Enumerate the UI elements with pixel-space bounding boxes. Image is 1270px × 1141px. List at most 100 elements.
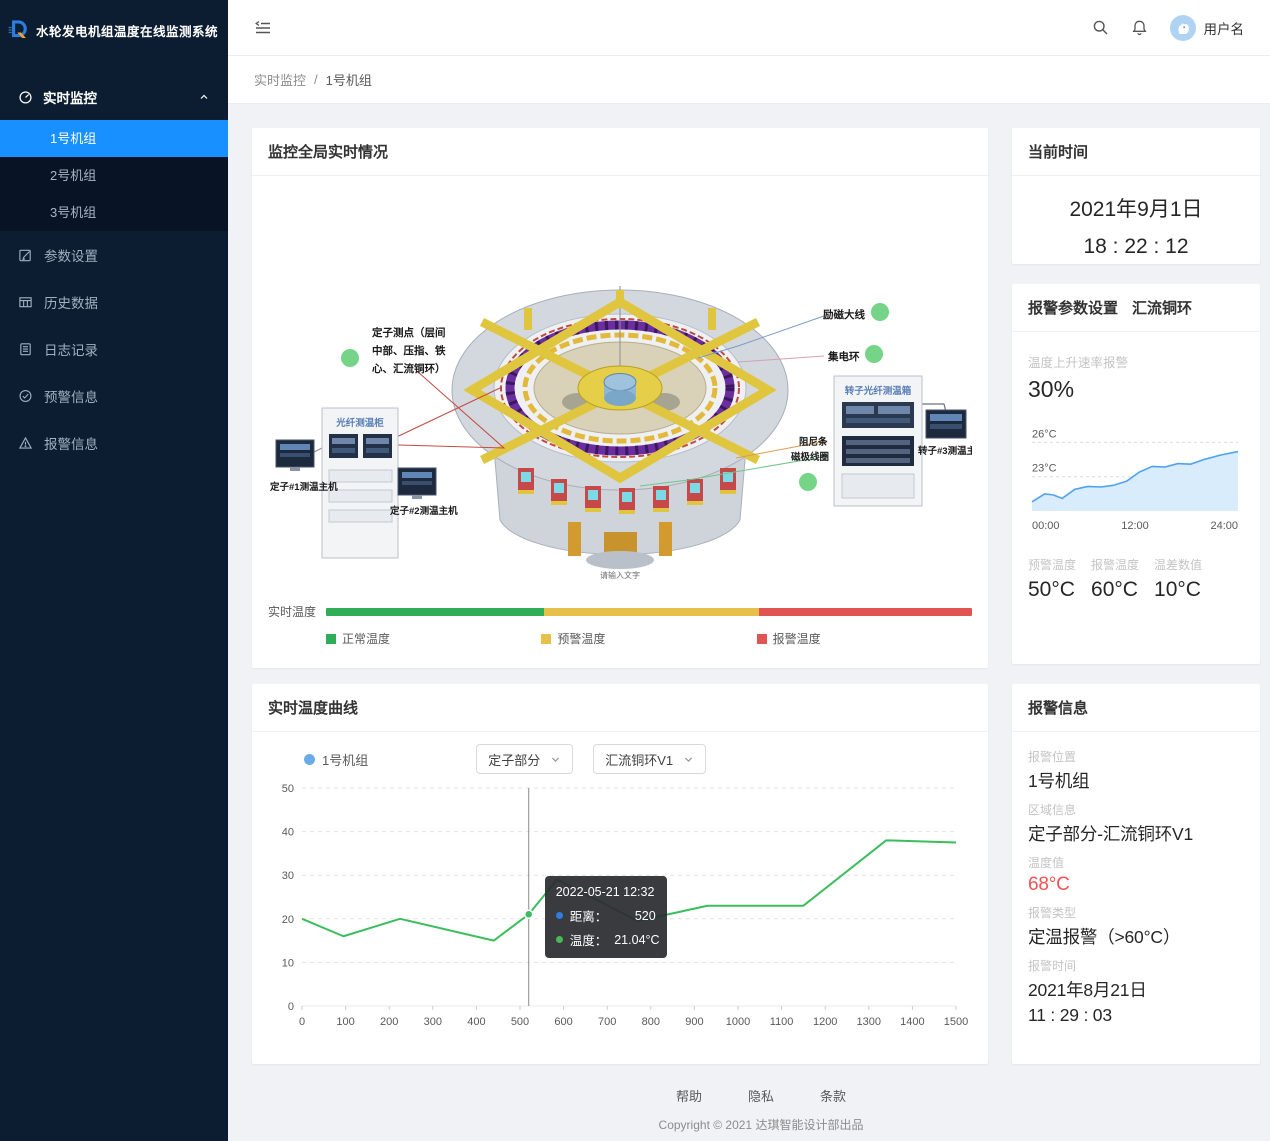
svg-text:0: 0	[299, 1016, 305, 1028]
current-time: 18 : 22 : 12	[1012, 229, 1260, 266]
sidebar-item-unit2[interactable]: 2号机组	[0, 157, 228, 194]
temp-bar-legend: 正常温度 预警温度 报警温度	[326, 630, 972, 647]
svg-text:0: 0	[288, 1001, 294, 1013]
curve-chart-svg: 0102030405001002003004005006007008009001…	[268, 778, 968, 1040]
svg-text:30: 30	[282, 870, 294, 882]
series-legend-unit1[interactable]: 1号机组	[304, 750, 368, 769]
user-menu[interactable]: 用户名	[1170, 15, 1245, 41]
svg-text:800: 800	[642, 1016, 660, 1028]
svg-text:1200: 1200	[813, 1016, 837, 1028]
alarm-params-card: 报警参数设置 汇流铜环 温度上升速率报警 30% 26°C23°C00:0012…	[1012, 284, 1260, 664]
temp-bar-segment	[544, 608, 758, 616]
breadcrumb-separator: /	[314, 72, 318, 87]
sidebar-item-param-settings[interactable]: 参数设置	[0, 231, 228, 278]
stat-warning-temp: 预警温度 50°C	[1028, 556, 1076, 602]
app-logo-row[interactable]: 水轮发电机组温度在线监测系统	[0, 0, 228, 60]
green-dot-stator	[341, 349, 359, 367]
stator-points-label-1: 定子测点（层间	[371, 326, 446, 339]
sensor-select[interactable]: 汇流铜环V1	[593, 744, 706, 774]
svg-text:1400: 1400	[900, 1016, 924, 1028]
alarm-info-card: 报警信息 报警位置 1号机组 区域信息 定子部分-汇流铜环V1 温度值 68°C	[1012, 684, 1260, 1064]
green-dot-pole	[799, 473, 817, 491]
generator-diagram: 光纤测温柜	[268, 190, 972, 592]
user-avatar[interactable]	[1170, 15, 1196, 41]
footer-link-help[interactable]: 帮助	[676, 1086, 702, 1105]
check-circle-icon	[18, 388, 33, 404]
legend-alarm-swatch	[757, 634, 767, 644]
svg-text:1300: 1300	[857, 1016, 881, 1028]
svg-text:00:00: 00:00	[1032, 520, 1060, 532]
sidebar: 水轮发电机组温度在线监测系统 实时监控 1号机组 2号机组 3号机组 参数设置 …	[0, 0, 228, 1141]
temp-bar-label: 实时温度	[268, 603, 318, 620]
breadcrumb-root[interactable]: 实时监控	[254, 70, 306, 89]
sidebar-collapse-icon[interactable]	[254, 19, 272, 37]
chevron-down-icon	[683, 754, 694, 765]
params-card-title: 报警参数设置	[1028, 297, 1118, 318]
sidebar-item-realtime-monitor[interactable]: 实时监控	[0, 74, 228, 120]
copyright: Copyright © 2021 达琪智能设计部出品	[252, 1116, 1270, 1133]
svg-text:40: 40	[282, 827, 294, 839]
stator-host2-label: 定子#2测温主机	[389, 505, 458, 517]
sidebar-item-warning-info[interactable]: 预警信息	[0, 372, 228, 419]
alarm-time-field: 报警时间 2021年8月21日 11 : 29 : 03	[1028, 957, 1244, 1026]
breadcrumb: 实时监控 / 1号机组	[228, 56, 1270, 104]
footer-link-privacy[interactable]: 隐私	[748, 1086, 774, 1105]
part-select[interactable]: 定子部分	[476, 744, 573, 774]
rotor-cabinet: 转子光纤测温箱	[834, 376, 922, 506]
rate-alarm-label: 温度上升速率报警	[1028, 352, 1244, 371]
legend-warning: 预警温度	[541, 630, 756, 647]
current-date: 2021年9月1日	[1012, 192, 1260, 229]
sidebar-item-unit1[interactable]: 1号机组	[0, 120, 228, 157]
damper-bar-label: 阻尼条	[799, 436, 828, 448]
stator-points-label-3: 心、汇流铜环）	[372, 362, 446, 375]
stator-host1-label: 定子#1测温主机	[269, 481, 338, 493]
alarm-type-field: 报警类型 定温报警（>60°C）	[1028, 904, 1244, 949]
legend-alarm: 报警温度	[757, 630, 972, 647]
temp-bar-segment	[326, 608, 544, 616]
curve-card: 实时温度曲线 1号机组 定子部分 汇流铜环V1	[252, 684, 988, 1064]
svg-text:26°C: 26°C	[1032, 428, 1057, 440]
svg-text:500: 500	[511, 1016, 529, 1028]
green-dot-excitation	[871, 303, 889, 321]
username-label: 用户名	[1204, 18, 1245, 38]
stat-alarm-temp: 报警温度 60°C	[1091, 556, 1139, 602]
search-icon[interactable]	[1092, 19, 1109, 36]
time-card-title: 当前时间	[1028, 141, 1088, 162]
sidebar-item-history-data[interactable]: 历史数据	[0, 278, 228, 325]
alarm-region-field: 区域信息 定子部分-汇流铜环V1	[1028, 801, 1244, 846]
svg-text:1000: 1000	[726, 1016, 750, 1028]
green-dot-collector	[865, 345, 883, 363]
overview-card: 监控全局实时情况	[252, 128, 988, 668]
params-card-subtitle: 汇流铜环	[1132, 297, 1192, 318]
chevron-down-icon	[550, 754, 561, 765]
fiber-cabinet-label: 光纤测温柜	[335, 417, 384, 429]
stator-host1-monitor	[276, 440, 314, 471]
chevron-up-icon	[198, 91, 210, 103]
rotor-host3-monitor	[926, 410, 966, 438]
legend-normal: 正常温度	[326, 630, 541, 647]
app-logo-icon	[8, 13, 29, 47]
temperature-status-bar	[326, 608, 972, 616]
daily-temp-mini-chart: 26°C23°C00:0012:0024:00	[1028, 413, 1244, 535]
rotor-host3-label: 转子#3测温主机	[918, 445, 972, 457]
svg-text:1500: 1500	[944, 1016, 968, 1028]
page-footer: 帮助 隐私 条款 Copyright © 2021 达琪智能设计部出品	[252, 1080, 1270, 1141]
sidebar-item-alarm-info[interactable]: 报警信息	[0, 419, 228, 466]
sidebar-item-unit3[interactable]: 3号机组	[0, 194, 228, 231]
svg-text:1100: 1100	[770, 1016, 794, 1028]
alarm-temp-value: 68°C	[1028, 874, 1244, 896]
stat-temp-diff: 温差数值 10°C	[1154, 556, 1202, 602]
notification-bell-icon[interactable]	[1131, 19, 1148, 37]
sidebar-item-log-records[interactable]: 日志记录	[0, 325, 228, 372]
svg-text:23°C: 23°C	[1032, 463, 1057, 475]
submenu-units: 1号机组 2号机组 3号机组	[0, 120, 228, 231]
pole-coil-label: 磁极线圈	[791, 451, 829, 463]
svg-text:400: 400	[467, 1016, 485, 1028]
rotor-cabinet-label: 转子光纤测温箱	[845, 385, 912, 397]
app-title: 水轮发电机组温度在线监测系统	[36, 21, 218, 40]
svg-text:100: 100	[336, 1016, 354, 1028]
alarm-card-title: 报警信息	[1028, 697, 1088, 718]
footer-link-terms[interactable]: 条款	[820, 1086, 846, 1105]
temperature-curve-chart: 0102030405001002003004005006007008009001…	[268, 778, 972, 1045]
threshold-stats: 预警温度 50°C 报警温度 60°C 温差数值 10°C	[1028, 556, 1244, 602]
